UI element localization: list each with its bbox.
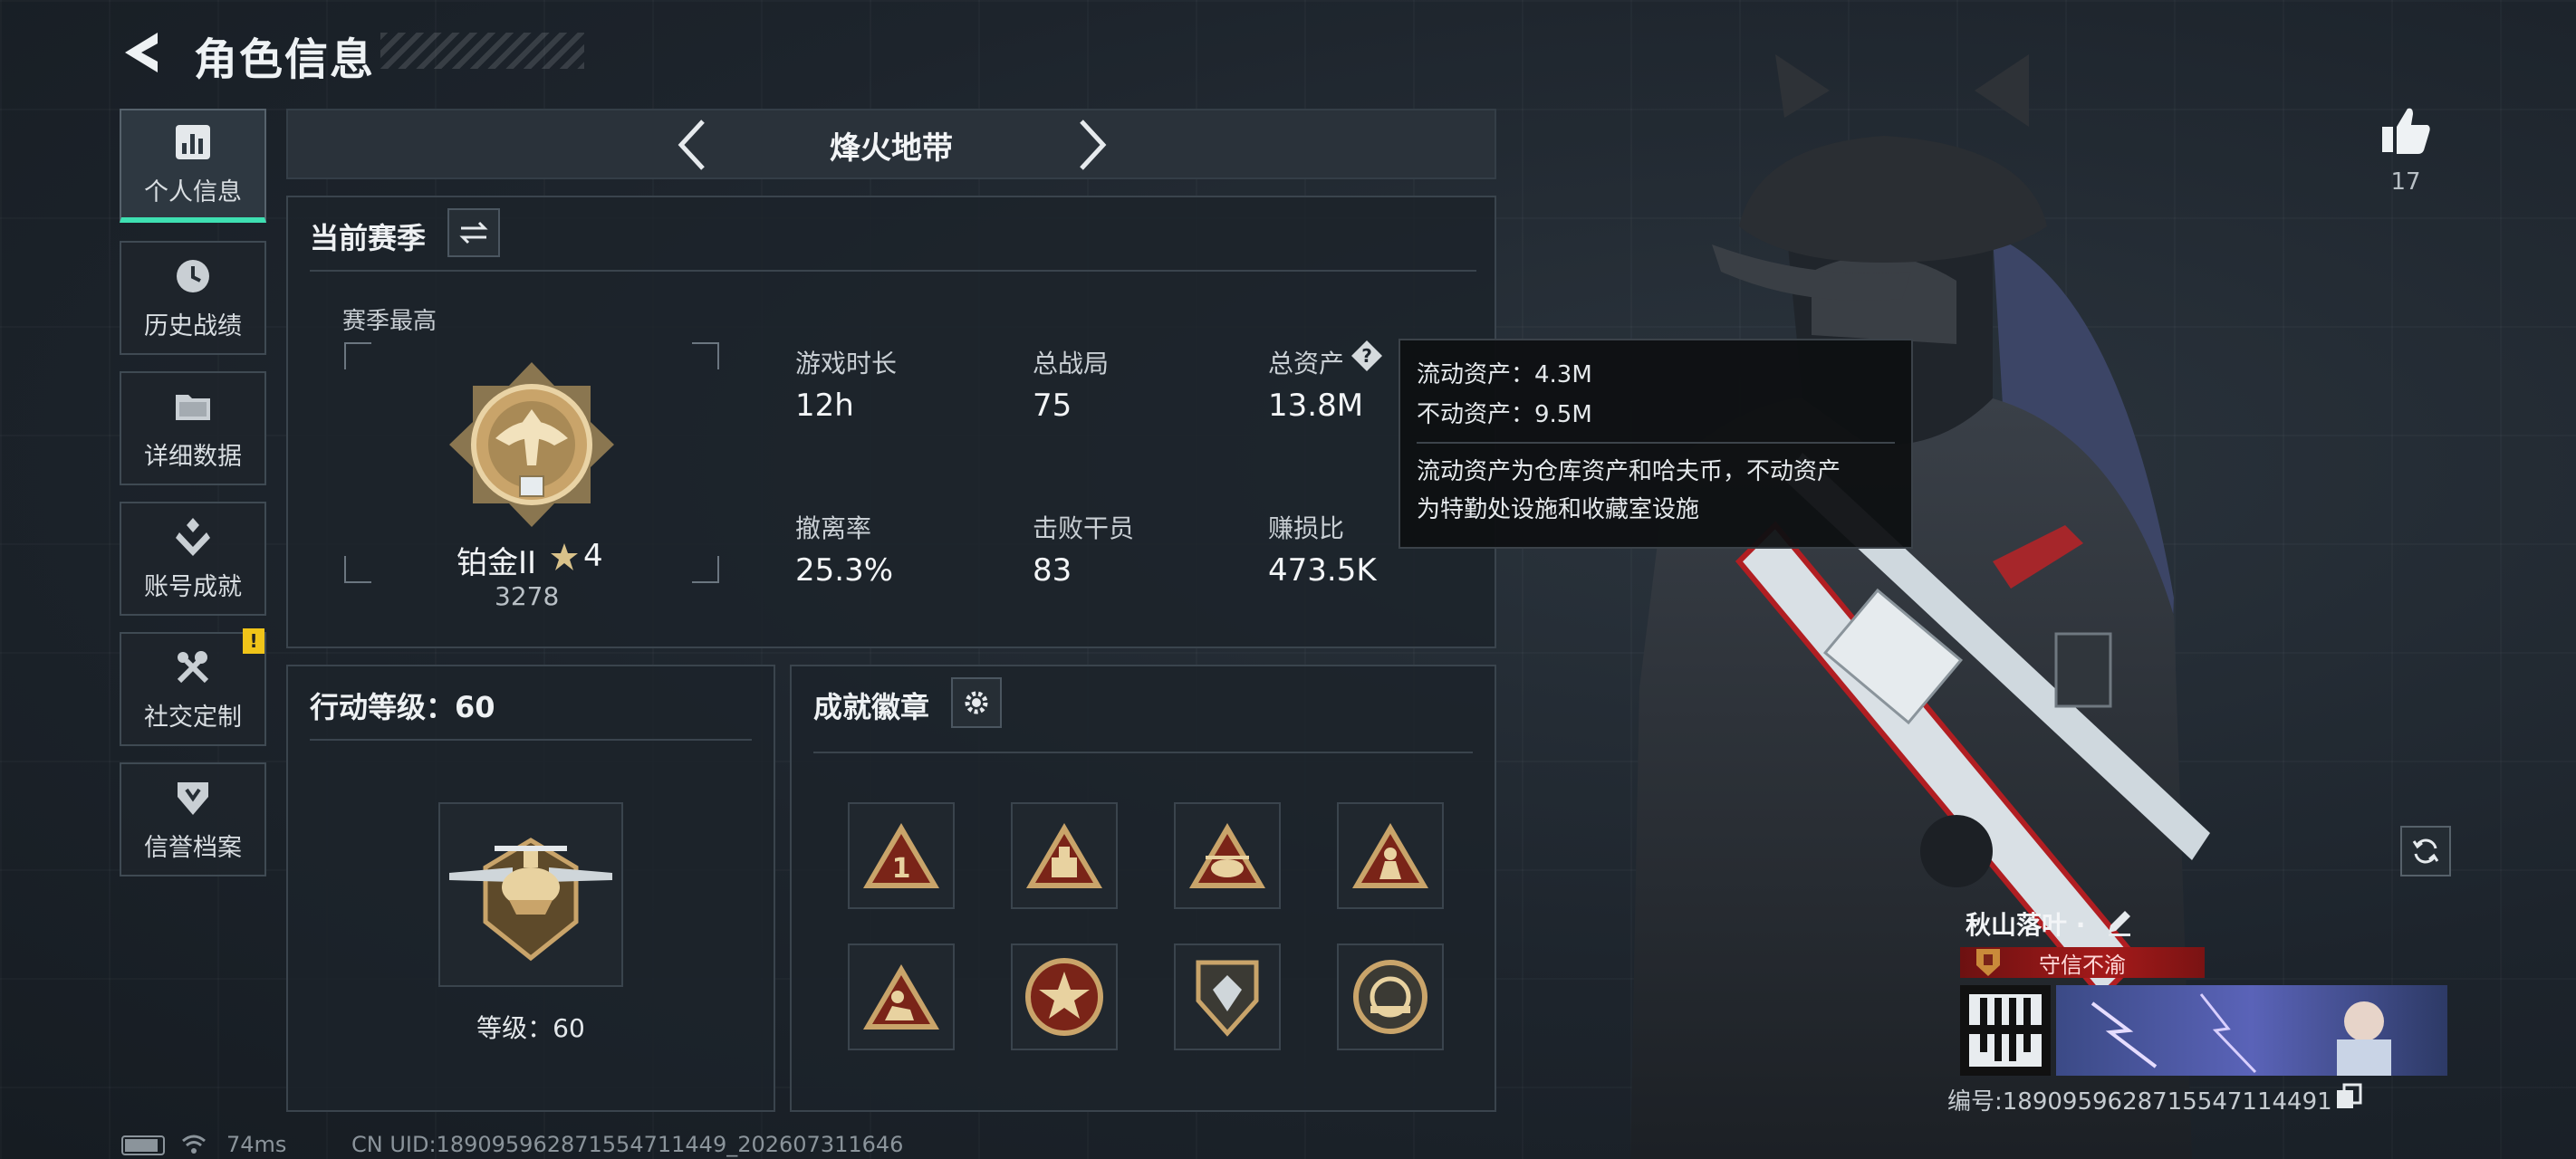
battery-level [125, 1139, 158, 1152]
level-emblem [438, 802, 623, 987]
badge-slot[interactable] [848, 943, 955, 1050]
player-banner-image [2056, 985, 2447, 1076]
stat-value-profit-ratio: 473.5K [1268, 552, 1377, 589]
svg-text:1: 1 [892, 853, 911, 885]
nav-label: 个人信息 [144, 177, 242, 206]
badge-slot[interactable] [1337, 802, 1444, 909]
tooltip-divider [1417, 442, 1895, 444]
nav-label: 账号成就 [144, 572, 242, 601]
swap-icon [459, 221, 488, 244]
cn-uid: CN UID:18909596287155471144​9_2026073116… [351, 1132, 904, 1157]
wifi-icon [182, 1135, 206, 1154]
tools-icon [177, 650, 209, 683]
stat-label-assets: 总资产 [1268, 349, 1345, 378]
player-avatar[interactable] [1960, 985, 2051, 1076]
operator-badge-icon [863, 964, 939, 1030]
helicopter-emblem-icon [449, 838, 612, 962]
nav-label: 社交定制 [144, 703, 242, 732]
rank-stars: 4 [583, 538, 603, 574]
star-icon [551, 543, 578, 570]
player-name: 秋山落叶 · [1966, 910, 2086, 940]
back-arrow-icon[interactable] [118, 27, 168, 78]
badge-slot[interactable] [1174, 802, 1281, 909]
badge-slot[interactable] [1174, 943, 1281, 1050]
badge-slot[interactable] [1337, 943, 1444, 1050]
stat-label-extract-rate: 撤离率 [795, 513, 872, 543]
svg-text:?: ? [1361, 345, 1372, 367]
stat-value-matches: 75 [1033, 388, 1072, 424]
thumbs-up-icon[interactable] [2379, 103, 2433, 158]
divider [813, 752, 1473, 753]
shield-icon [178, 781, 208, 815]
stat-value-playtime: 12h [795, 388, 854, 424]
stat-label-playtime: 游戏时长 [795, 349, 898, 378]
tooltip-description-line1: 流动资产为仓库资产和哈夫币，不动资产 [1417, 458, 1841, 485]
rank-score: 3278 [495, 581, 560, 611]
refresh-icon [2412, 838, 2439, 864]
rank-emblem-icon [449, 362, 614, 527]
stat-label-matches: 总战局 [1033, 349, 1110, 378]
stat-value-assets: 13.8M [1268, 388, 1364, 424]
stat-value-kills: 83 [1033, 552, 1072, 589]
badge-slot[interactable] [1011, 943, 1118, 1050]
rank-name: 铂金II [457, 545, 537, 581]
divider [310, 270, 1476, 272]
player-uid: 编号:1890959628715547114491 [1947, 1088, 2332, 1116]
page-title: 角色信息 [194, 34, 376, 85]
like-count: 17 [2390, 168, 2421, 196]
chevron-right-icon[interactable] [1069, 116, 1114, 174]
level-text: 等级：60 [476, 1013, 585, 1043]
gear-icon [965, 691, 988, 714]
help-icon[interactable]: ? [1350, 339, 1384, 373]
badge-slot[interactable]: 1 [848, 802, 955, 909]
rank-one-badge-icon: 1 [863, 823, 939, 888]
level-title: 行动等级：60 [310, 690, 495, 724]
tooltip-description-line2: 为特勤处设施和收藏室设施 [1417, 496, 1700, 523]
nav-item-history[interactable]: 历史战绩 [120, 241, 266, 355]
crate-badge-icon [1026, 823, 1102, 888]
mode-title: 烽火地带 [830, 130, 953, 167]
notification-badge: ! [243, 628, 264, 654]
nav-label: 详细数据 [144, 442, 242, 471]
achievement-icon [176, 517, 210, 556]
title-emblem-icon [1976, 949, 2000, 976]
title-decoration [380, 33, 584, 69]
badge-settings-button[interactable] [951, 677, 1002, 728]
clock-icon [177, 259, 209, 292]
season-switch-button[interactable] [447, 208, 500, 257]
nav-item-achievements[interactable]: 账号成就 [120, 502, 266, 616]
stat-value-extract-rate: 25.3% [795, 552, 894, 589]
assets-tooltip: 流动资产：4.3M 不动资产：9.5M 流动资产为仓库资产和哈夫币，不动资产 为… [1399, 339, 1913, 549]
gem-shield-badge-icon [1196, 960, 1259, 1037]
refresh-button[interactable] [2400, 826, 2451, 876]
nav-label: 历史战绩 [144, 311, 242, 340]
star-seal-badge-icon [1025, 958, 1103, 1036]
nav-item-reputation[interactable]: 信誉档案 [120, 762, 266, 876]
season-title: 当前赛季 [310, 221, 427, 255]
divider [310, 739, 752, 741]
stat-label-kills: 击败干员 [1033, 513, 1135, 543]
ping-value: 74ms [226, 1132, 287, 1157]
bar-chart-icon [176, 124, 210, 159]
stat-label-profit-ratio: 赚损比 [1268, 513, 1345, 543]
nav-item-personal-info[interactable]: 个人信息 [120, 109, 266, 223]
edit-icon[interactable] [2103, 905, 2136, 938]
nav-label: 信誉档案 [144, 833, 242, 862]
chopper-badge-icon [1189, 823, 1265, 888]
badges-title: 成就徽章 [813, 690, 930, 724]
copy-icon[interactable] [2335, 1083, 2362, 1110]
badge-slot[interactable] [1011, 802, 1118, 909]
tooltip-fixed-assets: 不动资产：9.5M [1417, 401, 1592, 428]
soldier-badge-icon [1352, 823, 1428, 888]
folder-icon [176, 394, 210, 420]
tooltip-liquid-assets: 流动资产：4.3M [1417, 361, 1592, 388]
coin-badge-icon [1353, 960, 1427, 1034]
nav-item-detailed-data[interactable]: 详细数据 [120, 371, 266, 485]
season-best-label: 赛季最高 [342, 308, 437, 335]
